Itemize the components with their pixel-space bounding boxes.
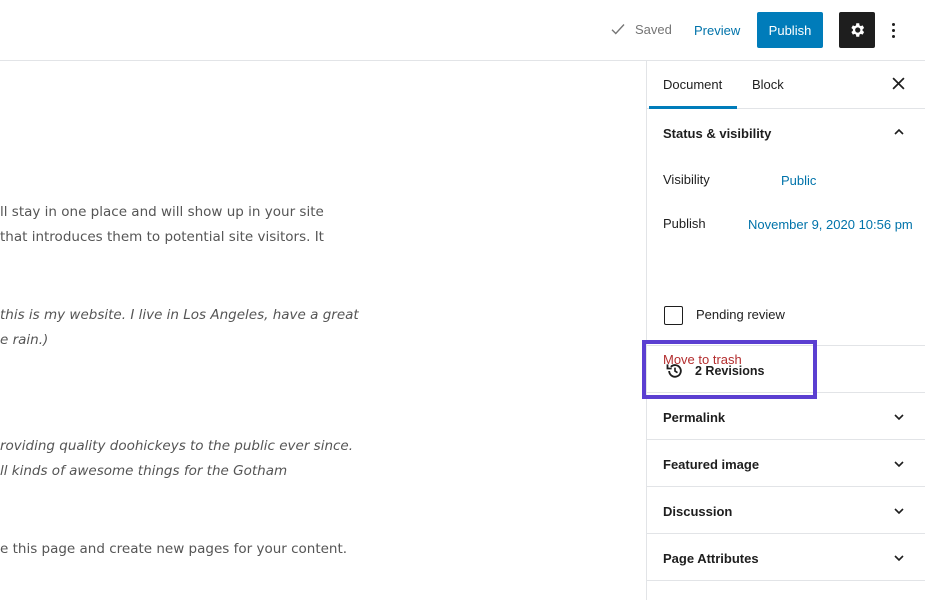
saved-indicator: Saved (609, 20, 672, 38)
preview-button[interactable]: Preview (694, 23, 740, 38)
status-visibility-panel: Status & visibility Visibility Public Pu… (647, 109, 925, 367)
visibility-value[interactable]: Public (781, 173, 816, 188)
paragraph-line[interactable]: e this page and create new pages for you… (0, 537, 347, 562)
close-sidebar-button[interactable] (892, 77, 905, 95)
pending-review-checkbox[interactable] (664, 306, 683, 325)
panel-title: Discussion (663, 504, 733, 519)
quote-line[interactable]: roviding quality doohickeys to the publi… (0, 434, 353, 459)
panel-title: Page Attributes (663, 551, 759, 566)
chevron-down-icon (894, 555, 904, 562)
publish-date[interactable]: November 9, 2020 10:56 pm (748, 217, 913, 232)
quote-line[interactable]: e rain.) (0, 328, 48, 353)
editor-header: Saved Preview Publish (0, 0, 925, 61)
revisions-label: 2 Revisions (695, 364, 765, 378)
history-icon (666, 364, 682, 378)
quote-line[interactable]: this is my website. I live in Los Angele… (0, 303, 359, 328)
revisions-panel[interactable]: 2 Revisions (642, 340, 925, 399)
chevron-down-icon (894, 461, 904, 468)
chevron-up-icon[interactable] (892, 125, 906, 139)
visibility-label: Visibility (663, 172, 710, 187)
panel-discussion[interactable]: Discussion (647, 487, 925, 534)
paragraph-line[interactable]: that introduces them to potential site v… (0, 225, 324, 250)
panel-title[interactable]: Status & visibility (663, 126, 771, 141)
saved-label: Saved (635, 21, 672, 37)
settings-button[interactable] (839, 12, 875, 48)
publish-button[interactable]: Publish (757, 12, 823, 48)
panel-page-attributes[interactable]: Page Attributes (647, 534, 925, 581)
quote-line[interactable]: ll kinds of awesome things for the Gotha… (0, 459, 287, 484)
sidebar-tabs: Document Block (647, 61, 925, 109)
check-icon (611, 24, 625, 35)
panel-title: Featured image (663, 457, 760, 472)
chevron-down-icon (894, 414, 904, 421)
tab-block[interactable]: Block (752, 77, 784, 92)
paragraph-line[interactable]: ll stay in one place and will show up in… (0, 200, 324, 225)
vertical-ellipsis-icon (891, 22, 895, 26)
pending-review-label[interactable]: Pending review (696, 307, 785, 322)
more-options-button[interactable] (884, 16, 902, 44)
editor-canvas[interactable]: ll stay in one place and will show up in… (0, 61, 646, 600)
panel-permalink[interactable]: Permalink (647, 393, 925, 440)
tab-document[interactable]: Document (663, 77, 722, 92)
panel-title: Permalink (663, 410, 726, 425)
close-icon (892, 77, 905, 90)
publish-label: Publish (663, 216, 706, 231)
settings-sidebar: Document Block Status & visibility Visib… (642, 61, 925, 600)
chevron-down-icon (894, 508, 904, 515)
panel-featured-image[interactable]: Featured image (647, 440, 925, 487)
gear-icon (851, 23, 865, 37)
